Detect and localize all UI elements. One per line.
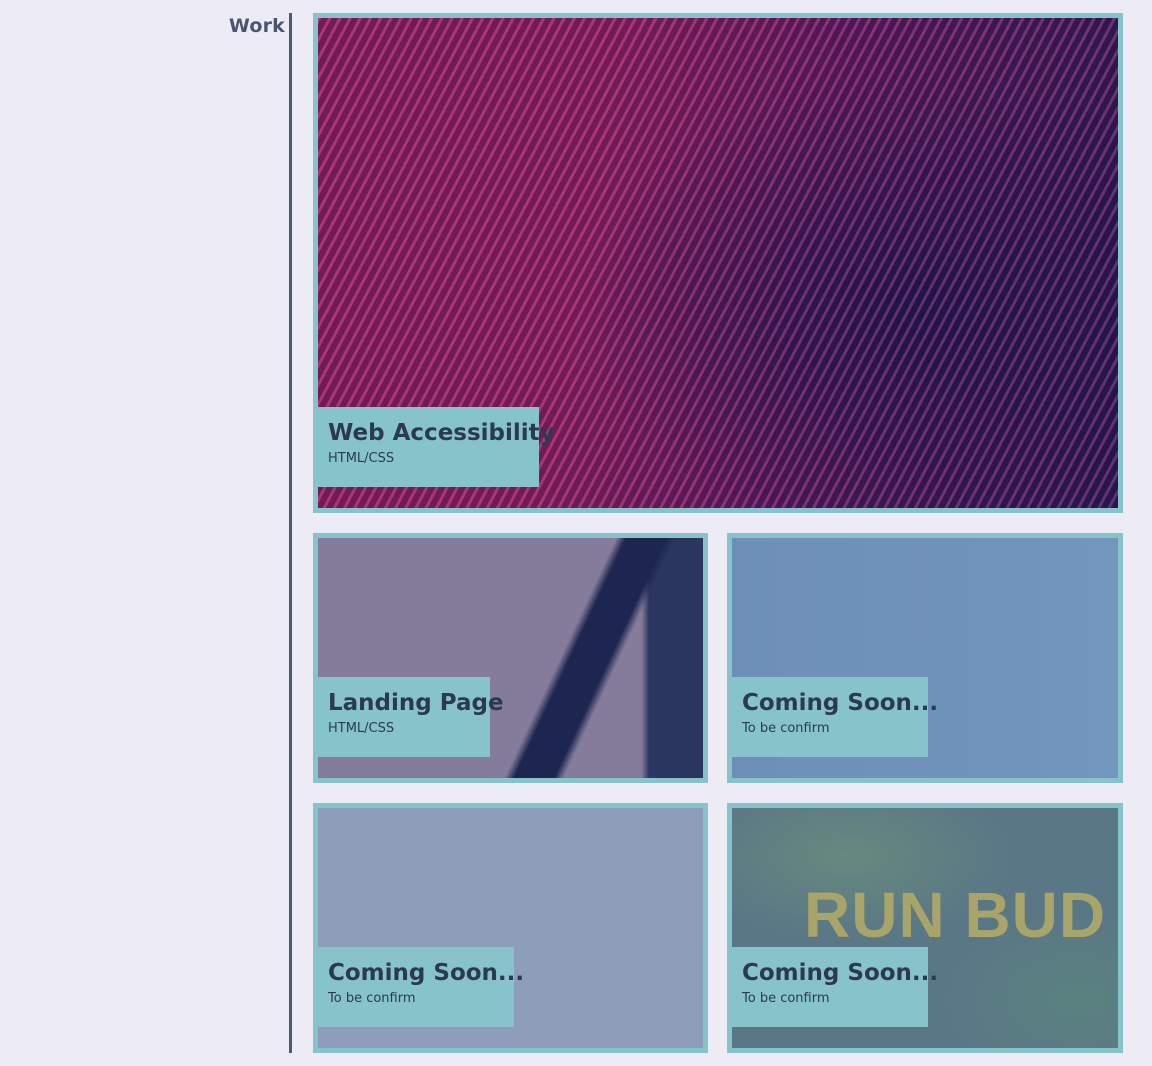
- project-caption: Coming Soon... To be confirm: [318, 947, 525, 1027]
- project-title: Coming Soon...: [742, 960, 939, 986]
- project-caption: Landing Page HTML/CSS: [318, 677, 504, 757]
- project-subtitle: To be confirm: [742, 991, 830, 1006]
- timeline-divider: [289, 13, 292, 1053]
- project-title: Coming Soon...: [328, 960, 525, 986]
- project-card-coming-soon-2[interactable]: Coming Soon... To be confirm: [313, 803, 708, 1053]
- project-caption: Coming Soon... To be confirm: [732, 947, 939, 1027]
- project-title: Web Accessibility: [328, 420, 555, 446]
- section-title: Work: [228, 15, 285, 37]
- project-subtitle: HTML/CSS: [328, 451, 395, 466]
- project-subtitle: To be confirm: [328, 991, 416, 1006]
- project-card-coming-soon-1[interactable]: Coming Soon... To be confirm: [727, 533, 1123, 783]
- work-section: Work Web Accessibility HTML/CSS Landing …: [0, 0, 1152, 1066]
- project-caption: Coming Soon... To be confirm: [732, 677, 939, 757]
- project-subtitle: To be confirm: [742, 721, 830, 736]
- project-caption: Web Accessibility HTML/CSS: [318, 407, 555, 487]
- project-card-landing-page[interactable]: Landing Page HTML/CSS: [313, 533, 708, 783]
- project-card-coming-soon-3[interactable]: RUN BUD Coming Soon... To be confirm: [727, 803, 1123, 1053]
- project-card-web-accessibility[interactable]: Web Accessibility HTML/CSS: [313, 13, 1123, 513]
- project-title: Landing Page: [328, 690, 504, 716]
- project-title: Coming Soon...: [742, 690, 939, 716]
- project-subtitle: HTML/CSS: [328, 721, 395, 736]
- image-brand-text: RUN BUD: [804, 879, 1107, 951]
